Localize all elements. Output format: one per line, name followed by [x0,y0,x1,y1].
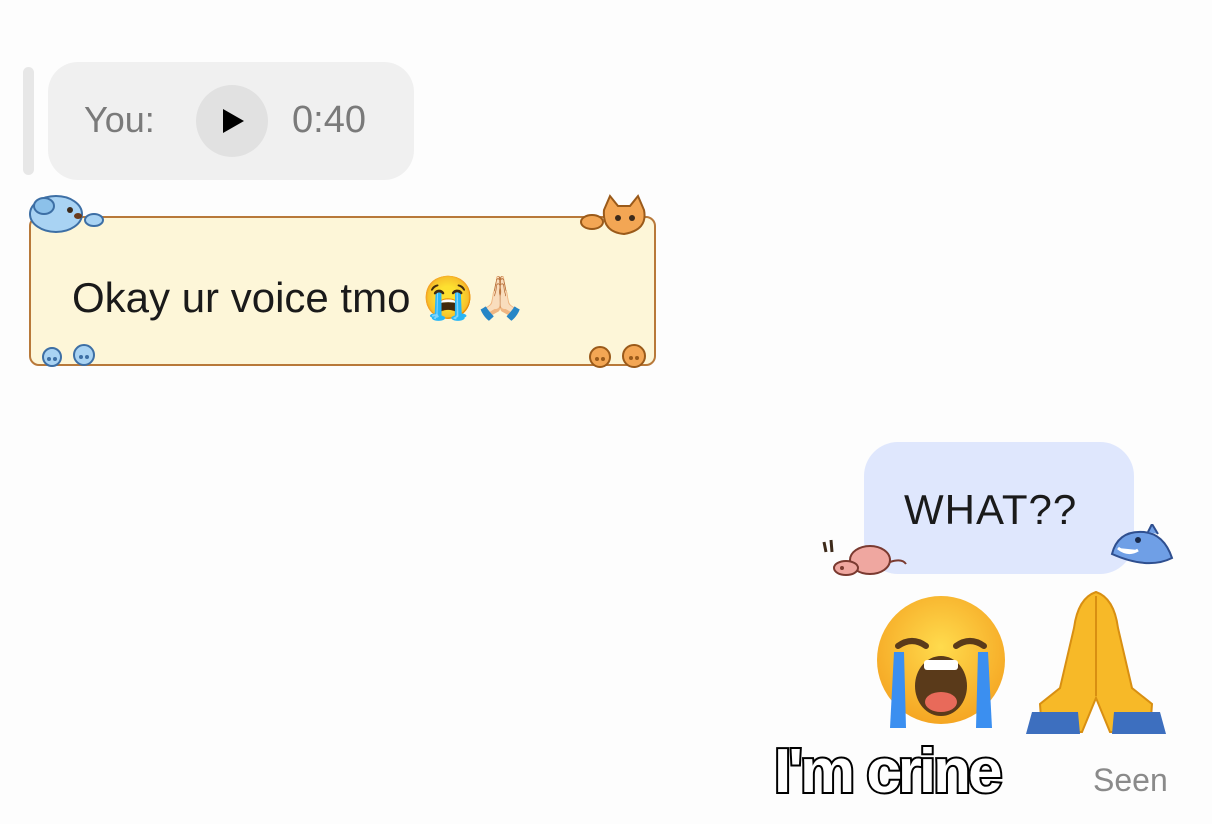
paw-print-icon [42,344,95,367]
reply-quote-bar [23,67,34,175]
loudly-crying-face-emoji [877,596,1005,728]
received-message-text: Okay ur voice tmo 😭🙏🏻 [72,274,527,321]
play-icon [223,109,244,133]
voice-duration: 0:40 [292,99,366,141]
seen-status: Seen [1093,762,1168,798]
shark-sticker-icon [1110,524,1174,565]
overlay-caption: I'm crine [772,735,1005,808]
play-button[interactable] [196,85,268,157]
cat-sticker-icon [580,194,646,236]
folded-hands-emoji [1026,590,1166,734]
dog-sticker-icon [29,195,104,233]
paw-print-icon [589,344,646,368]
pig-sticker-icon [822,539,907,576]
sent-message-text: WHAT?? [904,486,1078,533]
reply-sender-label: You: [84,99,155,140]
